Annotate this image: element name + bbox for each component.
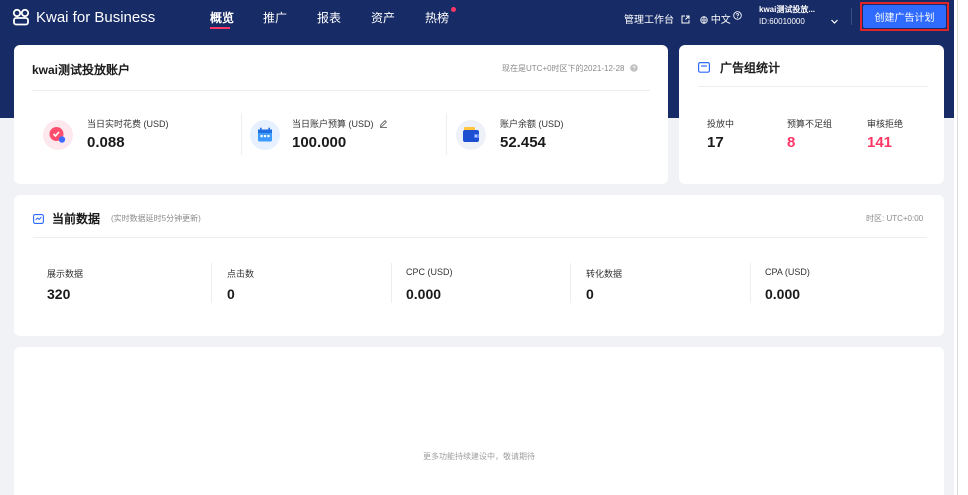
rejected-label: 审核拒绝 bbox=[867, 119, 904, 129]
clicks-label: 点击数 bbox=[227, 269, 255, 279]
nav-tab-assets[interactable]: 资产 bbox=[371, 9, 395, 26]
timezone-note-text: 现在是UTC+0时区下的2021-12-28 bbox=[502, 64, 625, 73]
daily-budget-value: 100.000 bbox=[292, 134, 347, 151]
brand-name: Kwai for Business bbox=[36, 8, 156, 26]
edit-pencil-icon[interactable] bbox=[379, 119, 388, 130]
chart-monitor-icon bbox=[33, 211, 44, 229]
timezone-note: 现在是UTC+0时区下的2021-12-28 bbox=[502, 63, 638, 74]
globe-icon bbox=[700, 16, 708, 27]
nav-tab-reports[interactable]: 报表 bbox=[317, 9, 341, 26]
stat-divider bbox=[446, 113, 447, 155]
brand-logo[interactable]: Kwai for Business bbox=[12, 6, 155, 28]
clicks-value: 0 bbox=[227, 286, 235, 302]
metric-divider bbox=[750, 263, 751, 303]
adgroup-card-title: 广告组统计 bbox=[720, 61, 781, 75]
budget-short-value[interactable]: 8 bbox=[787, 134, 795, 151]
daily-spend-value: 0.088 bbox=[87, 134, 125, 151]
delivering-value[interactable]: 17 bbox=[707, 134, 724, 151]
budget-short-label: 预算不足组 bbox=[787, 119, 833, 129]
metric-divider bbox=[391, 263, 392, 303]
language-switcher[interactable]: 中文 bbox=[700, 11, 731, 27]
question-circle-icon bbox=[733, 11, 742, 23]
wallet-icon bbox=[455, 119, 487, 156]
cpc-label: CPC (USD) bbox=[406, 267, 453, 277]
conversions-value: 0 bbox=[586, 286, 594, 302]
account-card: kwai测试投放账户 现在是UTC+0时区下的2021-12-28 当日实时花费… bbox=[14, 45, 668, 184]
help-button[interactable] bbox=[733, 11, 742, 23]
current-data-card: 当前数据 (实时数据延时5分钟更新) 时区: UTC+0:00 展示数据 320… bbox=[14, 195, 944, 336]
timezone-label: 时区: UTC+0:00 bbox=[866, 214, 924, 223]
impressions-label: 展示数据 bbox=[47, 269, 84, 279]
spend-icon bbox=[42, 119, 74, 156]
create-campaign-button[interactable]: 创建广告计划 bbox=[863, 5, 946, 28]
trending-notification-dot bbox=[451, 7, 456, 12]
coming-soon-text: 更多功能持续建设中，敬请期待 bbox=[423, 452, 535, 461]
metric-divider bbox=[211, 263, 212, 303]
account-card-divider bbox=[32, 90, 650, 91]
external-link-icon bbox=[681, 15, 690, 27]
kwai-logo-icon bbox=[12, 8, 30, 26]
current-data-divider bbox=[33, 237, 927, 238]
metric-divider bbox=[570, 263, 571, 303]
folder-icon bbox=[698, 60, 711, 78]
current-data-subtitle: (实时数据延时5分钟更新) bbox=[111, 214, 201, 223]
adgroup-card-divider bbox=[698, 86, 928, 87]
account-name[interactable]: kwai测试投放... bbox=[759, 4, 815, 15]
question-circle-icon[interactable] bbox=[629, 64, 638, 74]
nav-tab-promotion[interactable]: 推广 bbox=[263, 9, 287, 26]
balance-value: 52.454 bbox=[500, 134, 546, 151]
delivering-label: 投放中 bbox=[707, 119, 735, 129]
cpc-value: 0.000 bbox=[406, 286, 442, 302]
daily-budget-label-text: 当日账户预算 (USD) bbox=[292, 119, 374, 129]
rejected-value[interactable]: 141 bbox=[867, 134, 892, 151]
workbench-link[interactable]: 管理工作台 bbox=[624, 11, 690, 27]
balance-label: 账户余额 (USD) bbox=[500, 119, 564, 129]
daily-budget-label: 当日账户预算 (USD) bbox=[292, 117, 388, 130]
workbench-label: 管理工作台 bbox=[624, 15, 674, 26]
nav-tab-overview[interactable]: 概览 bbox=[210, 9, 234, 26]
stat-divider bbox=[241, 113, 242, 155]
active-tab-indicator bbox=[210, 27, 230, 29]
language-label: 中文 bbox=[710, 15, 731, 26]
daily-spend-label: 当日实时花费 (USD) bbox=[87, 119, 169, 129]
placeholder-card: 更多功能持续建设中，敬请期待 bbox=[14, 347, 944, 495]
cpa-label: CPA (USD) bbox=[765, 267, 810, 277]
adgroup-card: 广告组统计 投放中 17 预算不足组 8 审核拒绝 141 bbox=[679, 45, 944, 184]
current-data-title: 当前数据 bbox=[52, 212, 101, 226]
cpa-value: 0.000 bbox=[765, 286, 801, 302]
account-dropdown-icon[interactable] bbox=[831, 11, 838, 29]
account-id: ID:60010000 bbox=[759, 17, 805, 26]
header-divider bbox=[851, 8, 852, 25]
budget-icon bbox=[249, 119, 281, 156]
scrollbar-track[interactable] bbox=[957, 0, 958, 495]
conversions-label: 转化数据 bbox=[586, 269, 623, 279]
account-card-title: kwai测试投放账户 bbox=[32, 63, 131, 77]
nav-tab-trending[interactable]: 热榜 bbox=[425, 9, 449, 26]
impressions-value: 320 bbox=[47, 286, 71, 302]
